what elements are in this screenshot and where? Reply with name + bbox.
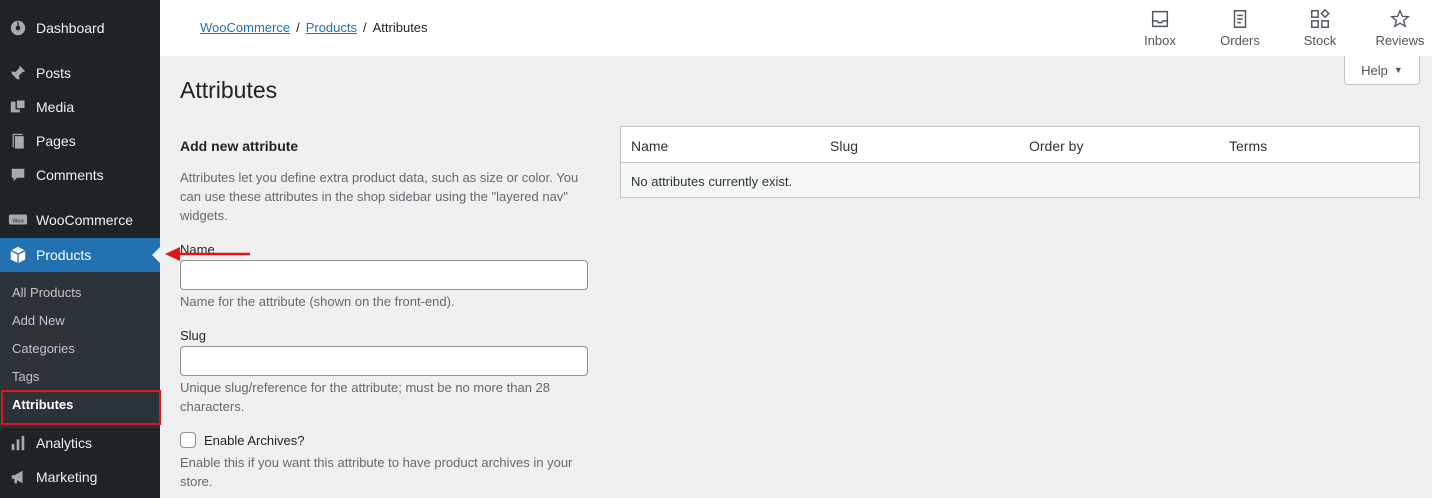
menu-posts[interactable]: Posts (0, 56, 160, 90)
menu-woocommerce-label: WooCommerce (36, 212, 133, 228)
woocommerce-header: WooCommerce / Products / Attributes Inbo… (160, 0, 1432, 56)
menu-dashboard[interactable]: Dashboard (0, 11, 160, 45)
megaphone-icon (0, 468, 36, 486)
menu-pages[interactable]: Pages (0, 124, 160, 158)
menu-comments-label: Comments (36, 167, 104, 183)
menu-dashboard-label: Dashboard (36, 20, 105, 36)
column-header-order-by: Order by (1029, 138, 1084, 154)
box-icon (0, 246, 36, 264)
menu-comments[interactable]: Comments (0, 158, 160, 192)
active-indicator (152, 247, 160, 263)
breadcrumb-separator: / (363, 20, 367, 35)
media-icon (0, 98, 36, 116)
attribute-slug-input[interactable] (180, 346, 588, 376)
stock-icon (1311, 8, 1330, 28)
menu-media-label: Media (36, 99, 75, 115)
caret-down-icon: ▼ (1393, 65, 1403, 75)
table-row: No attributes currently exist. (621, 163, 1419, 197)
menu-analytics[interactable]: Analytics (0, 426, 160, 460)
inbox-button[interactable]: Inbox (1128, 8, 1192, 48)
enable-archives-checkbox[interactable] (180, 432, 196, 448)
svg-text:Woo: Woo (12, 218, 24, 224)
enable-archives-help: Enable this if you want this attribute t… (180, 455, 573, 489)
menu-woocommerce[interactable]: Woo WooCommerce (0, 203, 160, 237)
stock-button[interactable]: Stock (1288, 8, 1352, 48)
column-header-slug: Slug (830, 138, 859, 154)
menu-products-label: Products (36, 247, 92, 263)
submenu-tags[interactable]: Tags (12, 367, 39, 387)
submenu-all-products[interactable]: All Products (12, 283, 81, 303)
dashboard-icon (0, 19, 36, 37)
orders-label: Orders (1220, 33, 1260, 48)
breadcrumb-woocommerce-link[interactable]: WooCommerce (200, 20, 290, 35)
annotation-arrow (165, 247, 250, 261)
slug-field-label: Slug (180, 328, 207, 343)
form-intro: Attributes let you define extra product … (180, 170, 579, 223)
orders-button[interactable]: Orders (1208, 8, 1272, 48)
table-header-row: Name Slug Order by Terms (621, 127, 1419, 163)
pages-icon (0, 132, 36, 150)
breadcrumb-products-link[interactable]: Products (306, 20, 357, 35)
inbox-icon (1151, 10, 1169, 28)
submenu-add-new[interactable]: Add New (12, 311, 65, 331)
star-icon (1390, 9, 1410, 28)
column-header-terms: Terms (1229, 138, 1268, 154)
breadcrumb-current: Attributes (372, 20, 428, 35)
help-label: Help (1361, 62, 1388, 78)
menu-analytics-label: Analytics (36, 435, 93, 451)
bar-chart-icon (0, 434, 36, 452)
stock-label: Stock (1303, 33, 1337, 48)
slug-field-help: Unique slug/reference for the attribute;… (180, 380, 550, 414)
page-title: Attributes (180, 77, 278, 103)
column-header-name: Name (631, 138, 669, 154)
menu-posts-label: Posts (36, 65, 72, 81)
woocommerce-icon: Woo (0, 212, 36, 228)
menu-media[interactable]: Media (0, 90, 160, 124)
menu-pages-label: Pages (36, 133, 76, 149)
help-button[interactable]: Help ▼ (1344, 56, 1420, 85)
reviews-label: Reviews (1375, 33, 1425, 48)
inbox-label: Inbox (1144, 33, 1176, 48)
add-attribute-heading: Add new attribute (180, 138, 299, 154)
pin-icon (0, 64, 36, 82)
attributes-table: Name Slug Order by Terms No attributes c… (620, 126, 1420, 198)
empty-table-message: No attributes currently exist. (631, 174, 793, 189)
reviews-button[interactable]: Reviews (1368, 8, 1432, 48)
breadcrumb: WooCommerce / Products / Attributes (200, 20, 428, 35)
attributes-highlight-box (1, 390, 161, 425)
submenu-categories[interactable]: Categories (12, 339, 75, 359)
breadcrumb-separator: / (296, 20, 300, 35)
enable-archives-label[interactable]: Enable Archives? (204, 433, 304, 448)
menu-marketing[interactable]: Marketing (0, 460, 160, 494)
name-field-help: Name for the attribute (shown on the fro… (180, 294, 455, 309)
orders-icon (1233, 10, 1247, 28)
attribute-name-input[interactable] (180, 260, 588, 290)
menu-marketing-label: Marketing (36, 469, 98, 485)
menu-products[interactable]: Products (0, 238, 160, 272)
comment-icon (0, 166, 36, 184)
